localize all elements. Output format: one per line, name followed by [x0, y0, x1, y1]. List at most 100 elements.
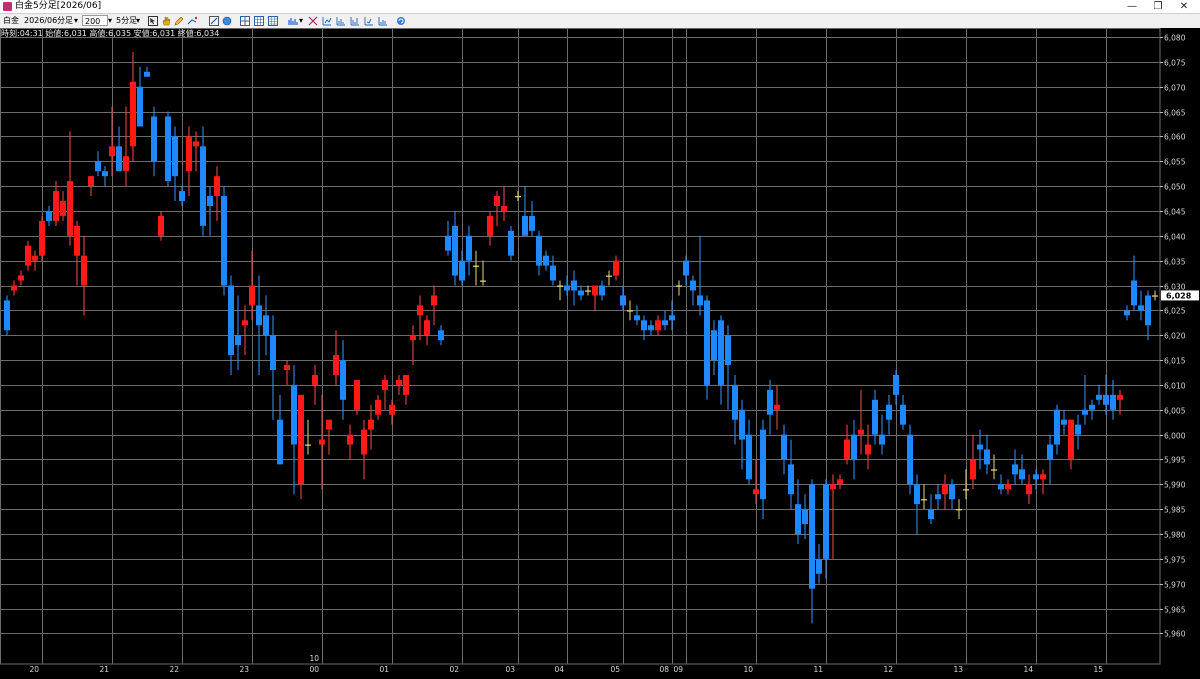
candle-body: [347, 434, 353, 445]
y-tick-label: 6,050: [1164, 183, 1186, 192]
candle-body: [494, 196, 500, 206]
candle-body: [753, 489, 759, 495]
candle-body: [256, 305, 262, 326]
x-tick-label: 15: [1094, 665, 1104, 674]
candle-body: [102, 171, 108, 177]
candle-body: [1061, 419, 1067, 425]
candle-body: [473, 265, 479, 267]
candle-body: [165, 116, 171, 182]
line-icon[interactable]: [209, 16, 219, 26]
candle-body: [872, 399, 878, 435]
close-button[interactable]: ✕: [1170, 0, 1198, 13]
candle-body: [704, 300, 710, 385]
candle-body: [172, 136, 178, 177]
candle-body: [417, 305, 423, 316]
candle-body: [235, 335, 241, 346]
candle-body: [291, 384, 297, 445]
zoom-icon[interactable]: [222, 16, 232, 26]
candle-body: [984, 449, 990, 465]
candle-body: [522, 215, 528, 236]
candle-body: [599, 285, 605, 296]
candle-body: [39, 220, 45, 256]
candle-body: [109, 146, 115, 157]
bar-count-input[interactable]: 200: [82, 15, 108, 26]
minimize-button[interactable]: —: [1118, 0, 1146, 13]
candlestick-chart[interactable]: 6,080 6,075 6,070 6,065 6,060 6,055 6,050 6,045…: [0, 28, 1200, 675]
y-tick-label: 6,025: [1164, 307, 1186, 316]
candle-body: [53, 191, 59, 221]
candle-body: [1152, 295, 1158, 297]
x-tick-label: 22: [170, 665, 180, 674]
ohlc-info-line: 時刻:04:31 始値:6,031 高値:6,035 安値:6,031 終値:6…: [1, 29, 220, 38]
x-tick-label: 14: [1024, 665, 1034, 674]
y-tick-label: 5,995: [1164, 456, 1186, 465]
candle-body: [865, 444, 871, 455]
y-tick-label: 6,065: [1164, 109, 1186, 118]
candle-body: [823, 484, 829, 559]
candle-body: [200, 146, 206, 226]
indicator-icon-5[interactable]: [378, 16, 388, 26]
candle-body: [466, 235, 472, 261]
chevron-down-icon[interactable]: ▾: [299, 14, 303, 28]
y-tick-label: 6,015: [1164, 357, 1186, 366]
candle-body: [396, 379, 402, 385]
trendline-icon[interactable]: [187, 16, 197, 26]
indicator-icon[interactable]: [322, 16, 332, 26]
candle-body: [144, 71, 150, 77]
table-icon[interactable]: [268, 16, 278, 26]
candle-body: [963, 489, 969, 491]
candle-body: [578, 290, 584, 296]
candle-body: [459, 260, 465, 281]
candle-body: [25, 245, 31, 266]
candle-body: [1068, 419, 1074, 460]
candle-body: [508, 230, 514, 256]
candle-body: [844, 439, 850, 460]
pencil-icon[interactable]: [174, 16, 184, 26]
x-tick-label: 01: [380, 665, 390, 674]
candle-body: [410, 335, 416, 341]
maximize-button[interactable]: ❐: [1144, 0, 1172, 13]
candle-body: [1089, 404, 1095, 410]
candle-body: [907, 434, 913, 485]
interval-select[interactable]: 5分足: [116, 14, 137, 28]
timeframe-unit-select[interactable]: 分足: [57, 14, 73, 28]
y-tick-label: 6,000: [1164, 432, 1186, 441]
candle-body: [186, 136, 192, 172]
chevron-down-icon[interactable]: ▾: [136, 14, 140, 28]
grid-icon[interactable]: [240, 16, 250, 26]
candle-body: [627, 310, 633, 312]
candle-body: [60, 201, 66, 216]
candle-body: [207, 196, 213, 206]
candle-body: [1054, 409, 1060, 445]
table-icon[interactable]: [254, 16, 264, 26]
candle-body: [816, 558, 822, 574]
candle-body: [375, 399, 381, 415]
candle-body: [389, 404, 395, 415]
candle-body: [284, 365, 290, 370]
candle-body: [431, 295, 437, 306]
chevron-down-icon[interactable]: ▾: [74, 14, 78, 28]
cursor-icon[interactable]: [148, 16, 158, 26]
chevron-down-icon[interactable]: ▾: [108, 14, 112, 28]
indicator-icon-3[interactable]: [350, 16, 360, 26]
candle-body: [592, 285, 598, 296]
y-tick-label: 5,990: [1164, 481, 1186, 490]
candle-body: [683, 260, 689, 276]
hand-icon[interactable]: [161, 16, 171, 26]
indicator-icon-4[interactable]: [364, 16, 374, 26]
candle-body: [1019, 469, 1025, 480]
candle-body: [732, 384, 738, 420]
chart-area[interactable]: 6,080 6,075 6,070 6,065 6,060 6,055 6,050 6,045…: [0, 28, 1200, 675]
symbol-label[interactable]: 白金: [3, 14, 19, 28]
candle-body: [998, 484, 1004, 490]
candle-body: [1033, 474, 1039, 480]
candle-body: [879, 434, 885, 445]
candle-body: [1131, 280, 1137, 306]
refresh-icon[interactable]: [396, 16, 406, 26]
x-tick-label: 12: [884, 665, 894, 674]
bar-chart-icon[interactable]: [288, 16, 298, 26]
contract-label[interactable]: 2026/06: [24, 14, 57, 28]
candle-settings-icon[interactable]: [308, 16, 318, 26]
y-tick-label: 6,060: [1164, 133, 1186, 142]
indicator-icon-2[interactable]: [336, 16, 346, 26]
